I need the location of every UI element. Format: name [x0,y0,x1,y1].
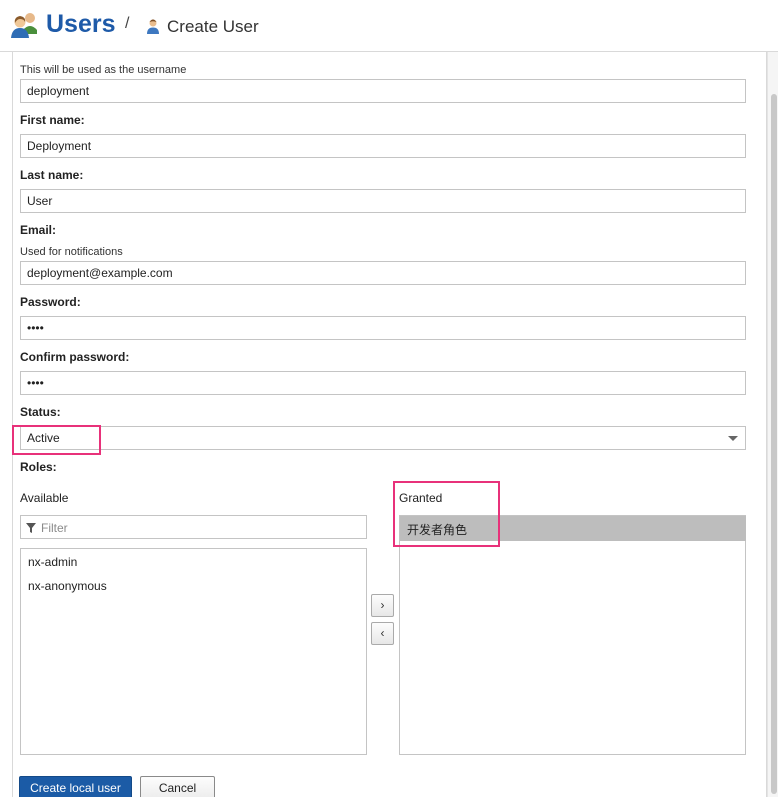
available-role-item[interactable]: nx-anonymous [28,579,107,593]
user-icon [147,19,159,34]
email-help: Used for notifications [20,246,123,258]
email-input[interactable]: deployment@example.com [20,261,746,285]
scrollbar[interactable] [767,52,778,797]
available-label: Available [20,491,69,505]
users-icon [11,13,37,38]
email-label: Email: [20,223,57,237]
roles-label: Roles: [20,460,57,474]
status-select[interactable]: Active [20,426,746,450]
filter-placeholder: Filter [41,521,68,535]
status-highlight-box [12,425,101,455]
username-input[interactable]: deployment [20,79,746,103]
username-help: This will be used as the username [20,64,187,76]
breadcrumb-separator: / [125,15,130,32]
scrollbar-thumb[interactable] [771,94,777,794]
password-input[interactable]: •••• [20,316,746,340]
status-label: Status: [20,405,61,419]
role-filter-input[interactable]: Filter [20,515,367,539]
confirm-password-input[interactable]: •••• [20,371,746,395]
first-name-input[interactable]: Deployment [20,134,746,158]
filter-icon [26,523,36,533]
available-role-item[interactable]: nx-admin [28,555,77,569]
granted-roles-list[interactable]: 开发者角色 [399,515,746,755]
last-name-input[interactable]: User [20,189,746,213]
page-title[interactable]: Users [46,10,116,39]
first-name-label: First name: [20,113,85,127]
breadcrumb-current: Create User [167,17,259,36]
cancel-button[interactable]: Cancel [140,776,215,797]
create-local-user-button[interactable]: Create local user [19,776,132,797]
last-name-label: Last name: [20,168,84,182]
chevron-down-icon[interactable] [728,436,738,441]
available-roles-list[interactable]: nx-admin nx-anonymous [20,548,367,755]
add-role-button[interactable]: › [371,594,394,617]
page-header: Users / Create User [0,0,778,52]
confirm-password-label: Confirm password: [20,350,130,364]
granted-highlight-box [393,481,500,547]
password-label: Password: [20,295,81,309]
remove-role-button[interactable]: ‹ [371,622,394,645]
